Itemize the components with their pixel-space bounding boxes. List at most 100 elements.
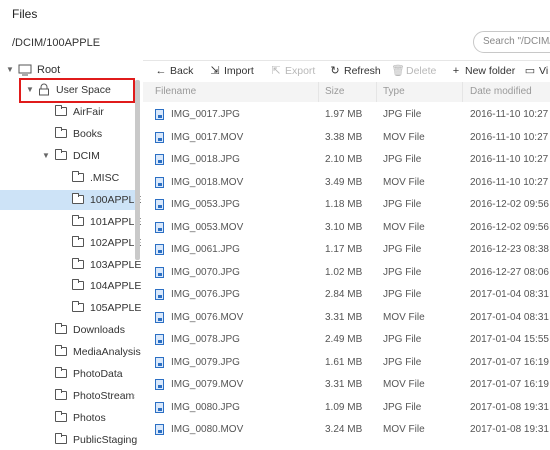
table-row[interactable]: IMG_0053.JPG 1.18 MB JPG File 2016-12-02 09… [143, 194, 550, 216]
folder-icon [55, 345, 67, 356]
cell-type: JPG File [383, 401, 422, 413]
cell-size: 3.49 MB [325, 176, 363, 188]
tree-item-books[interactable]: Books [0, 124, 135, 144]
table-row[interactable]: IMG_0061.JPG 1.17 MB JPG File 2016-12-23 08… [143, 239, 550, 261]
file-icon [155, 221, 164, 233]
cell-filename: IMG_0018.MOV [171, 176, 244, 188]
cell-filename: IMG_0079.MOV [171, 379, 244, 390]
delete-button[interactable]: 🗑Delete [391, 63, 436, 79]
tree-label: PhotoStreamsDa [73, 390, 135, 402]
cell-type: JPG File [383, 334, 422, 345]
cell-size: 1.09 MB [325, 401, 363, 413]
table-row[interactable]: IMG_0076.MOV 3.31 MB MOV File 2017-01-04 08… [143, 307, 550, 329]
cell-date: 2016-12-27 08:06 [470, 266, 549, 278]
tree-item-root[interactable]: ▼ Root [0, 60, 143, 80]
export-button[interactable]: ⇱ Export [270, 63, 315, 79]
cell-size: 2.84 MB [325, 289, 363, 300]
file-icon [155, 244, 164, 255]
tree-item-misc[interactable]: .MISC [0, 168, 135, 188]
file-icon [155, 266, 164, 278]
view-label: Vi [539, 65, 549, 77]
file-icon [155, 379, 164, 390]
refresh-button[interactable]: ↻ Refresh [329, 63, 381, 79]
tree-item-publicstaging[interactable]: PublicStaging [0, 430, 138, 450]
tree-label: PhotoData [73, 368, 123, 380]
folder-icon [72, 279, 84, 290]
table-row[interactable]: IMG_0079.JPG 1.61 MB JPG File 2017-01-07 16… [143, 352, 550, 374]
tree-item-airfair[interactable]: AirFair [0, 102, 135, 122]
table-row[interactable]: IMG_0017.MOV 3.38 MB MOV File 2016-11-10 10… [143, 127, 550, 149]
table-row[interactable]: IMG_0080.MOV 3.24 MB MOV File 2017-01-08 19… [143, 419, 550, 441]
tree-item-dcim[interactable]: ▼ DCIM [0, 146, 135, 166]
table-row[interactable]: IMG_0080.JPG 1.09 MB JPG File 2017-01-08 19… [143, 397, 550, 419]
file-icon [155, 424, 164, 435]
tree-label: 100APPLE [90, 194, 142, 206]
tree-item-photodata[interactable]: PhotoData [0, 364, 135, 384]
cell-filename: IMG_0078.JPG [171, 334, 240, 345]
table-row[interactable]: IMG_0070.JPG 1.02 MB JPG File 2016-12-27 08… [143, 262, 550, 284]
cell-date: 2017-01-07 16:19 [470, 379, 549, 390]
column-header-filename[interactable]: Filename [155, 86, 196, 97]
column-header-size[interactable]: Size [325, 86, 344, 97]
tree-label: Photos [73, 412, 106, 424]
cell-size: 3.31 MB [325, 311, 363, 323]
file-icon [155, 401, 164, 413]
table-row[interactable]: IMG_0078.JPG 2.49 MB JPG File 2017-01-04 15… [143, 329, 550, 351]
tree-item-102apple[interactable]: 102APPLE [0, 233, 141, 253]
back-button[interactable]: ← Back [155, 63, 194, 79]
column-divider [318, 82, 319, 102]
plus-icon: + [452, 65, 460, 77]
cell-date: 2017-01-08 19:31 [470, 424, 549, 435]
column-header-date[interactable]: Date modified [470, 86, 532, 97]
folder-tree: ▼ Root ▼ User Space AirFair Books ▼ DCIM… [0, 60, 143, 450]
table-row[interactable]: IMG_0018.MOV 3.49 MB MOV File 2016-11-10 10… [143, 172, 550, 194]
folder-icon [55, 149, 67, 160]
tree-label: 104APPLE [90, 280, 142, 292]
tree-item-104apple[interactable]: 104APPLE [0, 276, 141, 296]
export-icon: ⇱ [271, 65, 281, 77]
tree-item-101apple[interactable]: 101APPLE [0, 212, 141, 232]
tree-item-photos[interactable]: Photos [0, 408, 135, 428]
chevron-down-icon[interactable]: ▼ [42, 146, 50, 166]
tree-item-photostreamsdata[interactable]: PhotoStreamsDa [0, 386, 135, 406]
search-input[interactable]: Search "/DCIM/10 [473, 31, 550, 53]
delete-label: Delete [406, 65, 437, 77]
cell-date: 2017-01-07 16:19 [470, 356, 549, 368]
cell-filename: IMG_0061.JPG [171, 244, 240, 255]
refresh-label: Refresh [344, 65, 381, 77]
tree-item-103apple[interactable]: 103APPLE [0, 255, 141, 275]
table-row[interactable]: IMG_0053.MOV 3.10 MB MOV File 2016-12-02 09… [143, 217, 550, 239]
tree-label: DCIM [73, 150, 100, 162]
tree-item-downloads[interactable]: Downloads [0, 320, 135, 340]
sidebar-scrollbar[interactable] [135, 80, 140, 260]
cell-type: MOV File [383, 221, 425, 233]
tree-item-mediaanalysis[interactable]: MediaAnalysis [0, 342, 141, 362]
cell-type: MOV File [383, 311, 425, 323]
chevron-down-icon[interactable]: ▼ [6, 60, 14, 80]
table-row[interactable]: IMG_0079.MOV 3.31 MB MOV File 2017-01-07 16… [143, 374, 550, 396]
cell-date: 2016-11-10 10:27 [470, 176, 549, 188]
cell-date: 2017-01-04 08:31 [470, 289, 549, 300]
view-button[interactable]: ▭ Vi [524, 63, 548, 79]
tree-label: PublicStaging [73, 434, 138, 446]
tree-item-100apple[interactable]: 100APPLE [0, 190, 141, 210]
tree-label: 101APPLE [90, 216, 142, 228]
toolbar: ← Back ⇲ Import ⇱ Export ↻ Refresh 🗑Delete +… [143, 60, 550, 82]
new-folder-button[interactable]: + New folder [450, 63, 515, 79]
cell-filename: IMG_0080.MOV [171, 424, 244, 435]
column-header-type[interactable]: Type [383, 86, 405, 97]
table-row[interactable]: IMG_0018.JPG 2.10 MB JPG File 2016-11-10 10… [143, 149, 550, 171]
file-icon [155, 334, 164, 345]
window-title: Files [12, 7, 38, 21]
cell-size: 1.18 MB [325, 199, 363, 210]
current-path[interactable]: /DCIM/100APPLE [12, 37, 100, 49]
tree-label: AirFair [73, 106, 104, 118]
cell-type: JPG File [383, 244, 422, 255]
table-row[interactable]: IMG_0076.JPG 2.84 MB JPG File 2017-01-04 08… [143, 284, 550, 306]
cell-size: 1.97 MB [325, 109, 363, 120]
table-row[interactable]: IMG_0017.JPG 1.97 MB JPG File 2016-11-10 10… [143, 104, 550, 126]
cell-size: 3.10 MB [325, 221, 363, 233]
import-button[interactable]: ⇲ Import [209, 63, 253, 79]
tree-item-105apple[interactable]: 105APPLE [0, 298, 141, 318]
column-divider [376, 82, 377, 102]
